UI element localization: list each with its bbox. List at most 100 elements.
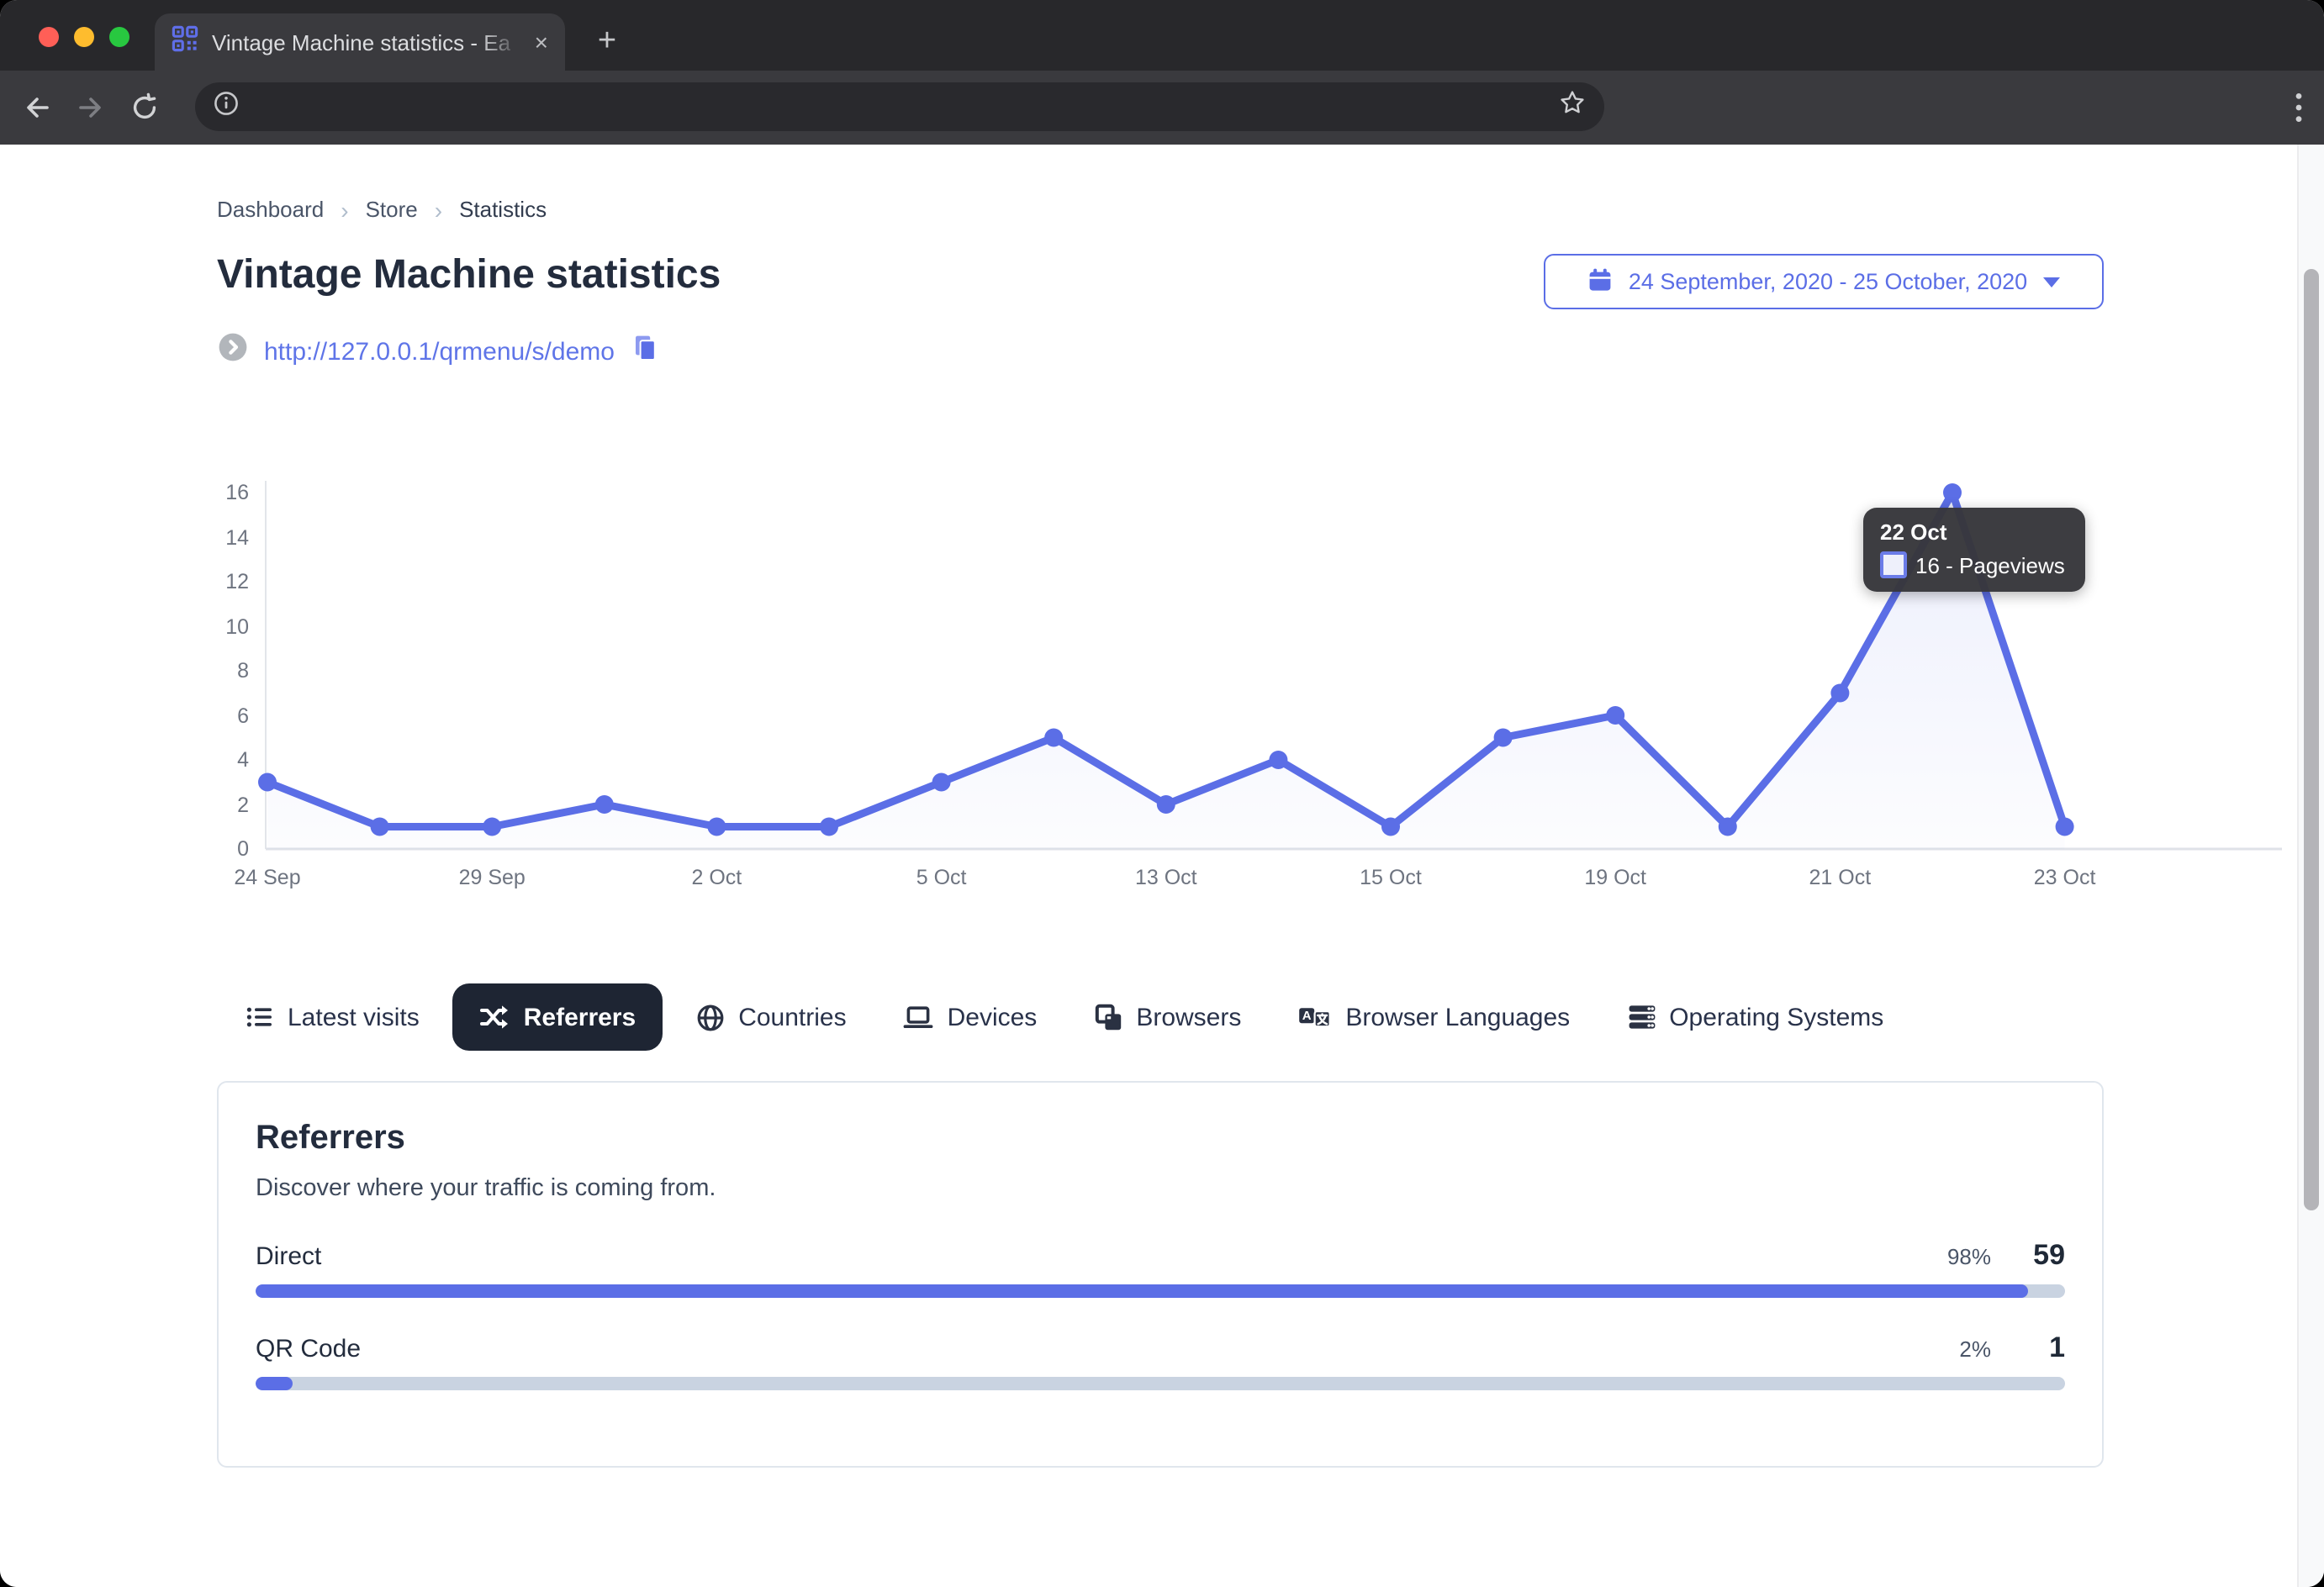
tooltip-legend-swatch [1880,551,1907,578]
y-axis-tick: 16 [225,481,249,504]
bookmark-star-icon[interactable] [1559,89,1586,124]
stat-tab-label: Browsers [1136,1003,1242,1031]
chart-point[interactable] [1269,751,1288,769]
y-axis-tick: 4 [237,748,249,772]
stat-tab-operating-systems[interactable]: Operating Systems [1603,983,1907,1051]
x-axis-tick: 24 Sep [234,866,301,889]
svg-text:A: A [1302,1009,1312,1023]
card-title: Referrers [256,1120,405,1157]
forward-button[interactable] [76,92,106,123]
stat-tab-referrers[interactable]: Referrers [452,983,663,1051]
x-axis-tick: 5 Oct [916,866,967,889]
shuffle-icon [480,1004,510,1031]
list-icon [246,1004,274,1031]
tooltip-value: 16 - Pageviews [1915,552,2065,577]
x-axis-tick: 15 Oct [1360,866,1422,889]
stat-tab-label: Devices [947,1003,1038,1031]
referrer-row: Direct 98% 59 [256,1239,2065,1298]
site-info-icon[interactable] [214,90,239,124]
referrers-card: Referrers Discover where your traffic is… [217,1081,2104,1468]
referrer-count: 59 [2033,1239,2065,1271]
chevron-right-icon: › [434,196,443,223]
chart-point[interactable] [594,795,614,814]
minimize-window-button[interactable] [74,27,94,47]
browser-tabstrip: Vintage Machine statistics - Ea × + [0,0,2324,71]
y-axis-tick: 10 [225,614,249,638]
breadcrumb-dashboard[interactable]: Dashboard [217,197,324,222]
referrer-row: QR Code 2% 1 [256,1331,2065,1390]
scrollbar-thumb[interactable] [2304,269,2319,1210]
translate-icon: A [1298,1004,1332,1031]
stat-tab-label: Operating Systems [1669,1003,1884,1031]
page-scrollbar[interactable] [2297,145,2324,1587]
date-range-label: 24 September, 2020 - 25 October, 2020 [1628,269,2028,294]
qr-favicon-icon [172,24,198,60]
y-axis-tick: 2 [237,793,249,816]
store-url-link[interactable]: http://127.0.0.1/qrmenu/s/demo [264,337,615,366]
laptop-icon [904,1004,934,1031]
page-title: Vintage Machine statistics [217,252,721,298]
stat-tab-latest-visits[interactable]: Latest visits [222,983,443,1051]
new-tab-button[interactable]: + [585,20,629,64]
chart-point[interactable] [370,817,389,836]
x-axis-tick: 29 Sep [458,866,526,889]
stat-tab-label: Referrers [523,1003,636,1031]
referrer-progress-fill [256,1284,2029,1298]
tooltip-date: 22 Oct [1880,519,1947,545]
browser-tab[interactable]: Vintage Machine statistics - Ea × [155,13,565,71]
copy-url-icon[interactable] [631,333,660,370]
stat-tab-label: Latest visits [288,1003,420,1031]
referrer-percent: 98% [1946,1244,1991,1269]
address-bar[interactable] [195,82,1604,131]
close-window-button[interactable] [39,27,59,47]
date-range-picker[interactable]: 24 September, 2020 - 25 October, 2020 [1544,254,2104,309]
tab-close-icon[interactable]: × [535,30,548,54]
chart-point[interactable] [1044,728,1064,747]
tab-title: Vintage Machine statistics - Ea [212,29,521,55]
stat-tab-countries[interactable]: Countries [673,983,869,1051]
y-axis-tick: 14 [225,525,249,549]
stat-tab-label: Browser Languages [1345,1003,1571,1031]
referrer-progress-track [256,1377,2065,1390]
calendar-icon [1588,266,1614,297]
breadcrumb-store[interactable]: Store [366,197,418,222]
x-axis-tick: 2 Oct [691,866,742,889]
stat-tab-devices[interactable]: Devices [880,983,1061,1051]
browser-toolbar [0,71,2324,145]
chart-point[interactable] [1606,706,1625,725]
breadcrumb: Dashboard › Store › Statistics [217,197,547,222]
y-axis-tick: 6 [237,704,249,727]
y-axis-tick: 12 [225,570,249,593]
breadcrumb-statistics: Statistics [459,197,547,222]
stat-tab-browsers[interactable]: Browsers [1070,983,1265,1051]
browser-menu-icon[interactable] [2284,89,2314,126]
y-axis-tick: 0 [237,837,249,861]
referrer-label: QR Code [256,1335,362,1363]
chart-point[interactable] [707,817,726,836]
chart-point[interactable] [2055,817,2074,836]
chart-point[interactable] [1381,817,1400,836]
page-content: Dashboard › Store › Statistics Vintage M… [0,145,2324,1587]
chart-point[interactable] [1830,683,1850,703]
chart-point[interactable] [820,817,838,836]
browser-window: Vintage Machine statistics - Ea × + Dash… [0,0,2324,1587]
chart-point[interactable] [483,817,502,836]
chart-point[interactable] [1718,817,1737,836]
chart-tooltip: 22 Oct 16 - Pageviews [1863,508,2085,592]
back-button[interactable] [22,92,52,123]
referrer-progress-track [256,1284,2065,1298]
stat-tab-browser-languages[interactable]: A Browser Languages [1275,983,1593,1051]
referrer-count: 1 [2049,1331,2065,1363]
pageviews-line-chart[interactable]: 0 2 4 6 8 10 12 14 16 24 Sep 29 Sep 2 Oct 5 Oct 13 O… [0,464,2324,904]
chart-point[interactable] [1156,795,1175,814]
zoom-window-button[interactable] [109,27,129,47]
chevron-right-icon: › [341,196,349,223]
chart-point[interactable] [1943,483,1962,502]
chart-point[interactable] [1493,728,1513,747]
x-axis-tick: 19 Oct [1584,866,1646,889]
reload-button[interactable] [129,92,160,123]
referrer-label: Direct [256,1242,322,1271]
chart-point[interactable] [258,772,277,792]
chart-point[interactable] [932,772,951,792]
card-subtitle: Discover where your traffic is coming fr… [256,1175,716,1202]
